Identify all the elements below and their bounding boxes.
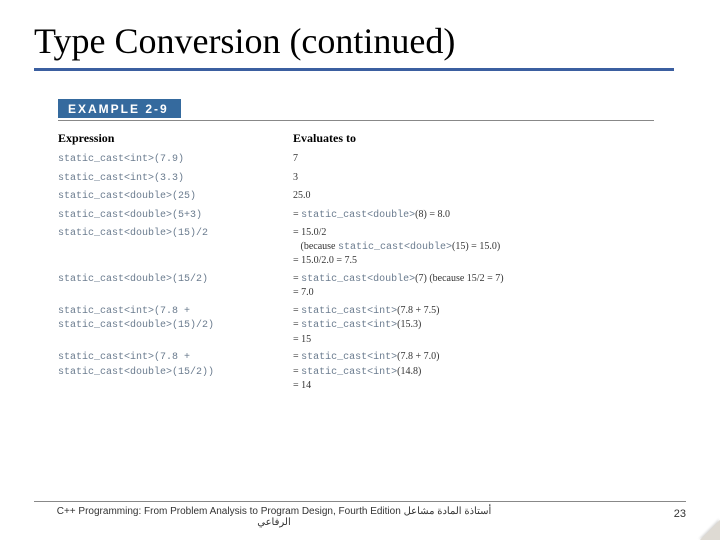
expression-cell: static_cast<double>(15/2) xyxy=(58,272,293,287)
footer-line1: C++ Programming: From Problem Analysis t… xyxy=(57,506,492,517)
example-rule xyxy=(58,120,654,121)
expression-cell: static_cast<double>(15)/2 xyxy=(58,226,293,241)
evaluates-cell: = static_cast<double>(7) (because 15/2 =… xyxy=(293,272,654,300)
evaluates-cell: 25.0 xyxy=(293,189,654,203)
table-row: static_cast<double>(15)/2= 15.0/2 (becau… xyxy=(58,226,654,268)
footer-text: C++ Programming: From Problem Analysis t… xyxy=(34,506,514,528)
column-headers: Expression Evaluates to xyxy=(58,131,654,146)
table-row: static_cast<int>(7.8 +static_cast<double… xyxy=(58,350,654,393)
evaluates-cell: = static_cast<int>(7.8 + 7.5)= static_ca… xyxy=(293,304,654,347)
evaluates-cell: 3 xyxy=(293,171,654,185)
expression-cell: static_cast<double>(5+3) xyxy=(58,208,293,223)
example-badge: EXAMPLE 2-9 xyxy=(58,99,181,118)
page-title: Type Conversion (continued) xyxy=(34,20,686,62)
footer-rule xyxy=(34,501,686,502)
example-table: static_cast<int>(7.9)7static_cast<int>(3… xyxy=(58,152,654,393)
dogear-icon xyxy=(700,520,720,540)
content-block: EXAMPLE 2-9 Expression Evaluates to stat… xyxy=(34,99,654,393)
table-row: static_cast<double>(25)25.0 xyxy=(58,189,654,204)
table-row: static_cast<int>(7.8 +static_cast<double… xyxy=(58,304,654,347)
table-row: static_cast<double>(15/2)= static_cast<d… xyxy=(58,272,654,300)
table-row: static_cast<int>(3.3)3 xyxy=(58,171,654,186)
footer-line2: الرفاعي xyxy=(257,517,290,528)
page-number: 23 xyxy=(674,508,686,520)
evaluates-cell: = static_cast<double>(8) = 8.0 xyxy=(293,208,654,223)
slide: Type Conversion (continued) EXAMPLE 2-9 … xyxy=(0,0,720,393)
expression-cell: static_cast<double>(25) xyxy=(58,189,293,204)
expression-cell: static_cast<int>(7.8 +static_cast<double… xyxy=(58,304,293,333)
expression-cell: static_cast<int>(7.8 +static_cast<double… xyxy=(58,350,293,379)
evaluates-cell: = 15.0/2 (because static_cast<double>(15… xyxy=(293,226,654,268)
evaluates-cell: 7 xyxy=(293,152,654,166)
table-row: static_cast<double>(5+3)= static_cast<do… xyxy=(58,208,654,223)
expression-cell: static_cast<int>(3.3) xyxy=(58,171,293,186)
title-rule xyxy=(34,68,674,71)
expression-cell: static_cast<int>(7.9) xyxy=(58,152,293,167)
col-head-evaluates: Evaluates to xyxy=(293,131,654,146)
col-head-expression: Expression xyxy=(58,131,293,146)
table-row: static_cast<int>(7.9)7 xyxy=(58,152,654,167)
evaluates-cell: = static_cast<int>(7.8 + 7.0)= static_ca… xyxy=(293,350,654,393)
